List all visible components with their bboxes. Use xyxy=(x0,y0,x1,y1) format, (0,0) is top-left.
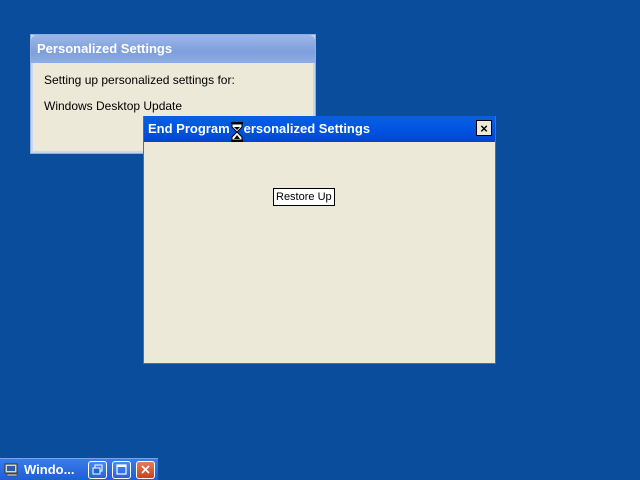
maximize-window-button[interactable] xyxy=(112,461,131,479)
maximize-icon xyxy=(116,464,127,475)
minimized-window-title: Windo... xyxy=(24,462,75,477)
hourglass-cursor-icon xyxy=(231,122,243,142)
dialog-title: Personalized Settings xyxy=(31,35,315,63)
computer-icon xyxy=(4,463,18,477)
dialog-line-1: Setting up personalized settings for: xyxy=(44,73,235,87)
close-icon xyxy=(141,465,150,474)
close-button[interactable]: × xyxy=(476,120,492,136)
end-program-title-right: ersonalized Settings xyxy=(243,121,371,136)
restore-window-button[interactable] xyxy=(88,461,107,479)
restore-up-button[interactable]: Restore Up xyxy=(273,188,335,206)
close-window-button[interactable] xyxy=(136,461,155,479)
end-program-window: End Program ersonalized Settings × Restor… xyxy=(143,116,496,364)
restore-icon xyxy=(92,464,103,475)
end-program-title-left: End Program xyxy=(148,121,230,136)
dialog-line-2: Windows Desktop Update xyxy=(44,99,183,113)
minimized-window-bar[interactable]: Windo... xyxy=(0,458,158,480)
end-program-title-bar[interactable]: End Program ersonalized Settings × xyxy=(144,116,495,142)
